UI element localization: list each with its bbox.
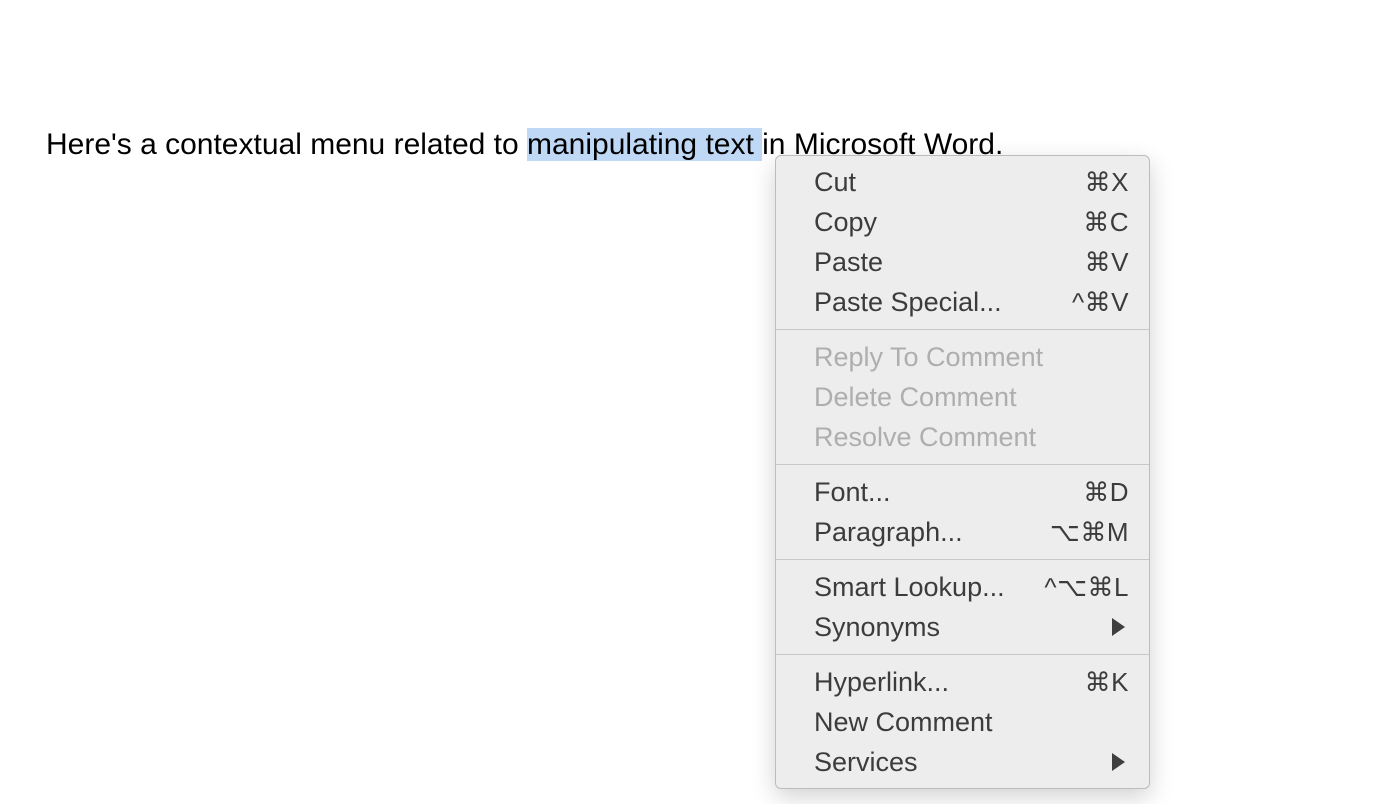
menu-item-label: Services	[814, 744, 918, 780]
menu-item-label: Paragraph...	[814, 514, 963, 550]
menu-item-copy[interactable]: Copy ⌘C	[776, 202, 1149, 242]
menu-item-label: New Comment	[814, 704, 993, 740]
menu-item-shortcut: ⌘V	[1085, 244, 1129, 280]
menu-item-paragraph[interactable]: Paragraph... ⌥⌘M	[776, 512, 1149, 552]
menu-item-synonyms[interactable]: Synonyms	[776, 607, 1149, 647]
menu-separator	[776, 654, 1149, 655]
context-menu: Cut ⌘X Copy ⌘C Paste ⌘V Paste Special... ^⌘V Rep…	[775, 155, 1150, 789]
menu-item-label: Paste	[814, 244, 883, 280]
menu-item-delete-comment: Delete Comment	[776, 377, 1149, 417]
text-before-selection: Here's a contextual menu related to	[46, 128, 527, 161]
menu-item-shortcut: ⌘C	[1083, 204, 1129, 240]
menu-separator	[776, 464, 1149, 465]
menu-item-label: Paste Special...	[814, 284, 1002, 320]
menu-item-cut[interactable]: Cut ⌘X	[776, 162, 1149, 202]
menu-item-resolve-comment: Resolve Comment	[776, 417, 1149, 457]
menu-item-label: Cut	[814, 164, 856, 200]
menu-item-shortcut: ⌘D	[1083, 474, 1129, 510]
menu-item-shortcut: ⌥⌘M	[1050, 514, 1129, 550]
menu-item-label: Synonyms	[814, 609, 940, 645]
menu-item-smart-lookup[interactable]: Smart Lookup... ^⌥⌘L	[776, 567, 1149, 607]
menu-item-shortcut: ⌘X	[1085, 164, 1129, 200]
menu-item-label: Hyperlink...	[814, 664, 949, 700]
menu-item-shortcut: ^⌘V	[1072, 284, 1129, 320]
menu-item-label: Reply To Comment	[814, 339, 1043, 375]
menu-item-label: Resolve Comment	[814, 419, 1036, 455]
menu-item-new-comment[interactable]: New Comment	[776, 702, 1149, 742]
menu-item-label: Font...	[814, 474, 891, 510]
menu-item-font[interactable]: Font... ⌘D	[776, 472, 1149, 512]
menu-item-paste-special[interactable]: Paste Special... ^⌘V	[776, 282, 1149, 322]
menu-separator	[776, 329, 1149, 330]
menu-item-services[interactable]: Services	[776, 742, 1149, 782]
menu-item-label: Smart Lookup...	[814, 569, 1005, 605]
menu-item-label: Copy	[814, 204, 877, 240]
menu-item-label: Delete Comment	[814, 379, 1017, 415]
submenu-arrow-icon	[1112, 618, 1125, 636]
selected-text: manipulating text	[527, 128, 762, 161]
menu-item-shortcut: ⌘K	[1085, 664, 1129, 700]
submenu-arrow-icon	[1112, 753, 1125, 771]
menu-item-hyperlink[interactable]: Hyperlink... ⌘K	[776, 662, 1149, 702]
menu-item-reply-to-comment: Reply To Comment	[776, 337, 1149, 377]
menu-separator	[776, 559, 1149, 560]
menu-item-paste[interactable]: Paste ⌘V	[776, 242, 1149, 282]
menu-item-shortcut: ^⌥⌘L	[1044, 569, 1129, 605]
